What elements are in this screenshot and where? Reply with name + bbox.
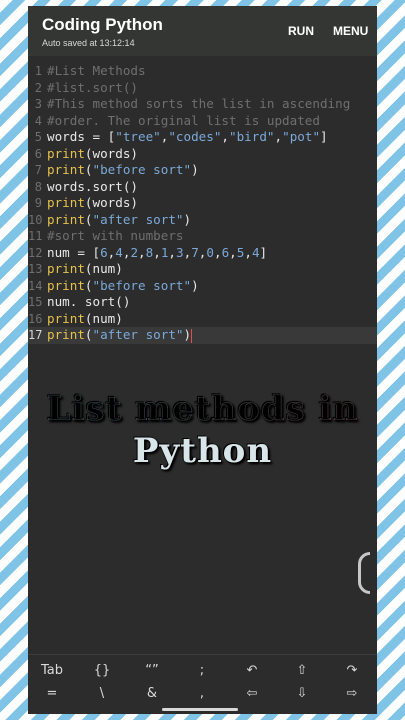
- line-number: 2: [34, 80, 42, 95]
- text-cursor: [191, 328, 193, 343]
- app-title: Coding Python: [42, 15, 163, 34]
- code-line[interactable]: 8 words.sort(): [28, 179, 377, 196]
- line-number: 11: [28, 229, 43, 243]
- redo-icon[interactable]: ↷: [332, 663, 372, 678]
- code-text[interactable]: #order. The original list is updated: [47, 113, 320, 130]
- line-number: 6: [34, 146, 42, 161]
- code-line[interactable]: 11 #sort with numbers: [28, 228, 377, 245]
- code-line[interactable]: 16 print(num): [28, 311, 377, 328]
- code-text[interactable]: words.sort(): [47, 179, 138, 196]
- code-editor[interactable]: 1 #List Methods 2 #list.sort() 3 #This method…: [28, 63, 377, 344]
- code-line[interactable]: 13 print(num): [28, 261, 377, 278]
- code-line[interactable]: 17 print("after sort"): [28, 327, 377, 344]
- code-text[interactable]: #This method sorts the list in ascending: [47, 96, 350, 113]
- line-number: 15: [28, 295, 43, 309]
- arrow-up-icon[interactable]: ⇧: [282, 663, 322, 678]
- arrow-down-icon[interactable]: ⇩: [282, 686, 322, 701]
- line-number: 16: [28, 311, 43, 326]
- line-number: 1: [34, 64, 42, 78]
- code-text[interactable]: num = [6,4,2,8,1,3,7,0,6,5,4]: [47, 245, 267, 262]
- code-text[interactable]: print(words): [47, 195, 138, 212]
- line-number: 14: [28, 278, 43, 293]
- overlay-title-line2: Python: [132, 431, 273, 471]
- code-line[interactable]: 5 words = ["tree","codes","bird","pot"]: [28, 129, 377, 146]
- code-text[interactable]: print(words): [47, 146, 138, 163]
- overlay-title-line1: List methods in: [0, 388, 405, 430]
- code-text[interactable]: print("after sort"): [47, 327, 193, 344]
- line-number: 3: [34, 97, 42, 111]
- code-line[interactable]: 3 #This method sorts the list in ascendin…: [28, 96, 377, 113]
- line-number: 12: [28, 245, 43, 260]
- code-text[interactable]: #list.sort(): [47, 80, 138, 97]
- key-equals[interactable]: =: [32, 686, 72, 701]
- code-line[interactable]: 14 print("before sort"): [28, 278, 377, 295]
- line-number: 5: [34, 130, 42, 144]
- line-number: 8: [34, 179, 42, 194]
- app-bar: Coding Python Auto saved at 13:12:14 RUN…: [28, 6, 377, 56]
- key-semicolon[interactable]: ;: [182, 663, 222, 678]
- code-line[interactable]: 2 #list.sort(): [28, 80, 377, 97]
- scroll-handle[interactable]: [358, 552, 370, 594]
- home-indicator[interactable]: [162, 708, 238, 711]
- code-text[interactable]: num. sort(): [47, 294, 130, 311]
- key-comma[interactable]: ,: [182, 686, 222, 701]
- arrow-left-icon[interactable]: ⇦: [232, 686, 272, 701]
- code-text[interactable]: print(num): [47, 261, 123, 278]
- code-line[interactable]: 1 #List Methods: [28, 63, 377, 80]
- code-line[interactable]: 4 #order. The original list is updated: [28, 113, 377, 130]
- code-line[interactable]: 10 print("after sort"): [28, 212, 377, 229]
- phone-screen: Coding Python Auto saved at 13:12:14 RUN…: [28, 6, 377, 714]
- code-text[interactable]: print(num): [47, 311, 123, 328]
- menu-button[interactable]: MENU: [333, 24, 368, 38]
- key-ampersand[interactable]: &: [132, 686, 172, 701]
- line-number: 17: [28, 328, 43, 342]
- line-number: 9: [34, 196, 42, 210]
- keyboard-divider: [28, 654, 377, 655]
- line-number: 10: [28, 212, 43, 227]
- code-line[interactable]: 7 print("before sort"): [28, 162, 377, 179]
- key-tab[interactable]: Tab: [32, 663, 72, 678]
- code-text[interactable]: print("before sort"): [47, 278, 199, 295]
- run-button[interactable]: RUN: [288, 24, 314, 38]
- code-text[interactable]: print("before sort"): [47, 162, 199, 179]
- code-line[interactable]: 12 num = [6,4,2,8,1,3,7,0,6,5,4]: [28, 245, 377, 262]
- code-text[interactable]: #sort with numbers: [47, 228, 183, 245]
- line-number: 7: [34, 163, 42, 177]
- line-number: 4: [34, 113, 42, 128]
- autosave-status: Auto saved at 13:12:14: [42, 38, 135, 48]
- title-overlay: List methods in Python: [0, 388, 405, 472]
- code-line[interactable]: 9 print(words): [28, 195, 377, 212]
- code-text[interactable]: print("after sort"): [47, 212, 191, 229]
- line-number: 13: [28, 262, 43, 276]
- code-text[interactable]: #List Methods: [47, 63, 146, 80]
- undo-icon[interactable]: ↶: [232, 663, 272, 678]
- key-braces[interactable]: {}: [82, 663, 122, 678]
- key-backslash[interactable]: \: [82, 686, 122, 701]
- key-quotes[interactable]: “”: [132, 663, 172, 678]
- code-text[interactable]: words = ["tree","codes","bird","pot"]: [47, 129, 328, 146]
- arrow-right-icon[interactable]: ⇨: [332, 686, 372, 701]
- code-line[interactable]: 15 num. sort(): [28, 294, 377, 311]
- code-line[interactable]: 6 print(words): [28, 146, 377, 163]
